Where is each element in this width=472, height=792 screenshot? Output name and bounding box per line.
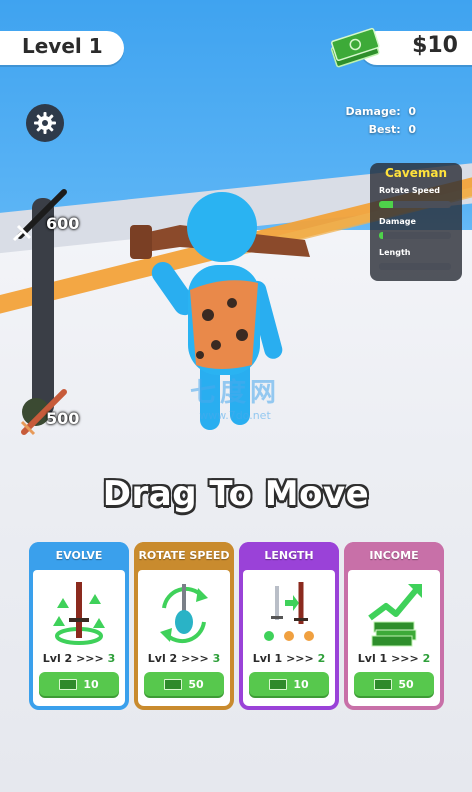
best-value: 0 xyxy=(408,123,416,136)
rotate-speed-label: Rotate Speed xyxy=(379,186,440,195)
upgrade-price: 10 xyxy=(293,677,309,691)
watermark-url: www.7do.net xyxy=(199,409,271,422)
upgrade-card-length[interactable]: LENGTH Lvl 1 >>> 2 10 xyxy=(239,542,339,710)
site-watermark: 七度网 www.7do.net xyxy=(180,372,290,422)
meter-bottom-value: 500 xyxy=(46,409,80,428)
cash-bill-icon xyxy=(269,678,288,690)
damage-stat-label: Damage xyxy=(379,217,416,226)
card-body: Lvl 1 >>> 2 10 xyxy=(243,570,335,706)
upgrade-buy-button[interactable]: 10 xyxy=(39,672,119,696)
level-label: Level 1 xyxy=(22,34,103,58)
card-body: Lvl 2 >>> 3 10 xyxy=(33,570,125,706)
length-stat-label: Length xyxy=(379,248,411,257)
card-level: Lvl 1 >>> 2 xyxy=(252,652,326,665)
card-title: LENGTH xyxy=(239,542,339,570)
meter-top-value: 600 xyxy=(46,214,80,233)
upgrade-price: 10 xyxy=(83,677,99,691)
card-title: EVOLVE xyxy=(29,542,129,570)
damage-stat-bar-fill xyxy=(379,232,384,239)
upgrade-buy-button[interactable]: 50 xyxy=(144,672,224,696)
character-stats-panel: Caveman Rotate Speed Damage Length xyxy=(370,163,462,281)
card-body: Lvl 1 >>> 2 50 xyxy=(348,570,440,706)
settings-gear-button[interactable] xyxy=(26,104,64,142)
sword-evolve-icon xyxy=(53,582,105,645)
card-level: Lvl 1 >>> 2 xyxy=(357,652,431,665)
watermark-logo-text: 七度网 xyxy=(189,378,280,408)
card-body: Lvl 2 >>> 3 50 xyxy=(138,570,230,706)
length-icon xyxy=(264,582,314,641)
length-stat-bar xyxy=(379,263,451,270)
gear-icon xyxy=(34,112,56,134)
drag-to-move-prompt: Drag To Move xyxy=(102,474,370,514)
upgrade-card-rotate-speed[interactable]: ROTATE SPEED Lvl 2 >>> 3 50 xyxy=(134,542,234,710)
cash-stack-icon xyxy=(330,27,380,68)
cash-bill-icon xyxy=(374,678,393,690)
cash-bill-icon xyxy=(59,678,78,690)
upgrade-price: 50 xyxy=(188,677,204,691)
income-icon xyxy=(368,584,422,647)
level-pill: Level 1 xyxy=(0,31,124,65)
card-level: Lvl 2 >>> 3 xyxy=(147,652,221,665)
damage-stat-bar xyxy=(379,232,451,239)
card-level: Lvl 2 >>> 3 xyxy=(42,652,116,665)
card-title: ROTATE SPEED xyxy=(134,542,234,570)
damage-label: Damage: xyxy=(345,105,401,118)
rotate-speed-bar-fill xyxy=(379,201,394,208)
upgrade-card-income[interactable]: INCOME Lvl 1 >>> 2 50 xyxy=(344,542,444,710)
money-amount: $10 xyxy=(412,33,458,58)
cash-bill-icon xyxy=(164,678,183,690)
card-title: INCOME xyxy=(344,542,444,570)
upgrade-buy-button[interactable]: 50 xyxy=(354,672,434,696)
upgrade-card-evolve[interactable]: EVOLVE Lvl 2 >>> 3 10 xyxy=(29,542,129,710)
upgrade-buy-button[interactable]: 10 xyxy=(249,672,329,696)
rotate-icon xyxy=(160,584,208,644)
score-stats: Damage: 0 Best: 0 xyxy=(330,103,417,139)
damage-value: 0 xyxy=(408,105,416,118)
rotate-speed-bar xyxy=(379,201,451,208)
best-label: Best: xyxy=(368,123,401,136)
character-name: Caveman xyxy=(384,166,447,180)
upgrade-price: 50 xyxy=(398,677,414,691)
